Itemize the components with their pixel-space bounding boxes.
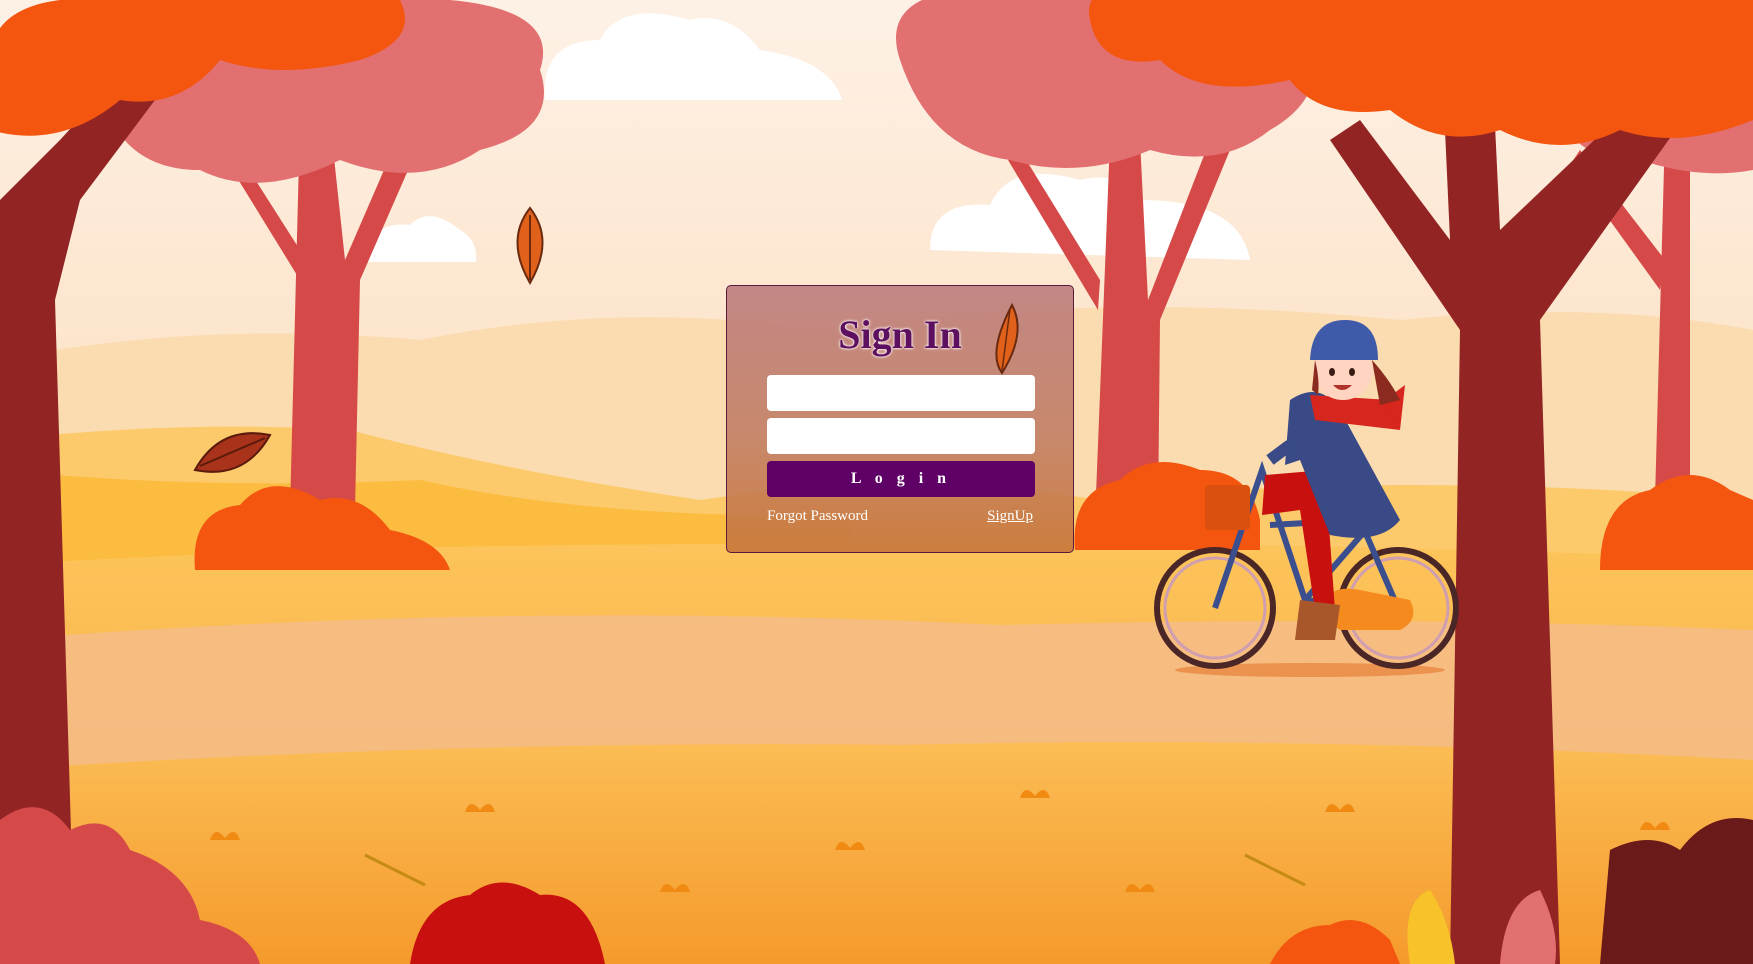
username-input[interactable] [767, 375, 1035, 411]
login-button[interactable]: L o g i n [767, 461, 1035, 497]
password-input[interactable] [767, 418, 1035, 454]
leaf-icon [995, 303, 1019, 375]
signup-link[interactable]: SignUp [987, 508, 1033, 525]
login-card: Sign In L o g i n Forgot Password SignUp [726, 285, 1074, 553]
forgot-password-link[interactable]: Forgot Password [767, 508, 868, 525]
